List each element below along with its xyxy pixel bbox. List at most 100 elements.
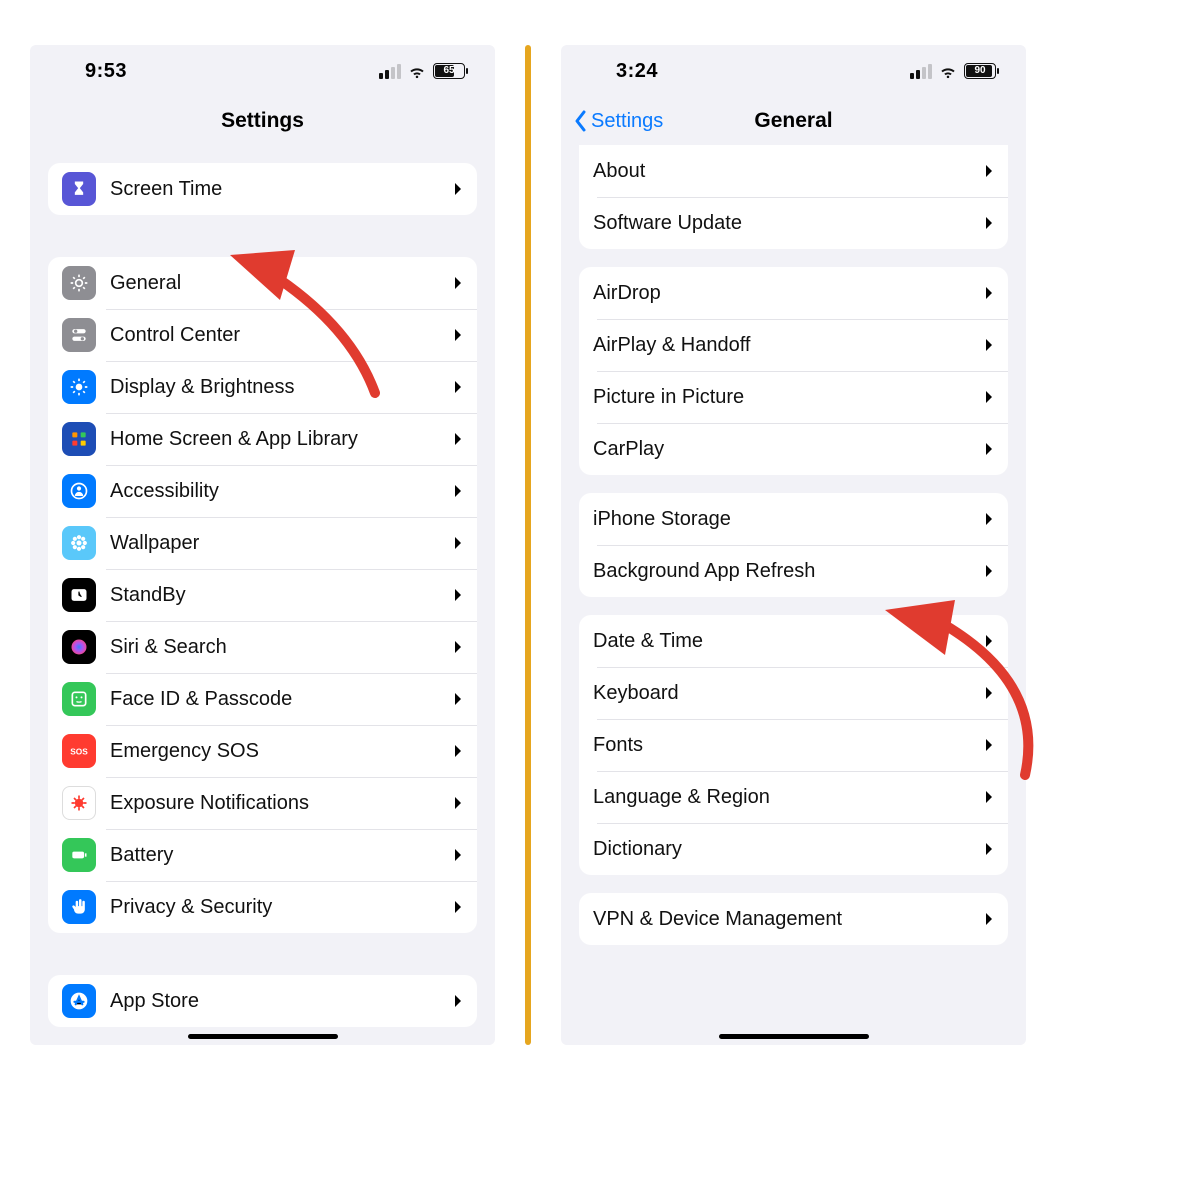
row-screen-time[interactable]: Screen Time	[48, 163, 477, 215]
row-label: Wallpaper	[110, 532, 453, 555]
row-control-center[interactable]: Control Center	[48, 309, 477, 361]
chevron-right-icon	[984, 563, 994, 579]
row-bg-refresh[interactable]: Background App Refresh	[579, 545, 1008, 597]
general-group-storage: iPhone Storage Background App Refresh	[579, 493, 1008, 597]
row-label: About	[593, 160, 984, 183]
chevron-right-icon	[453, 327, 463, 343]
row-label: Keyboard	[593, 682, 984, 705]
wifi-icon	[407, 61, 427, 81]
appstore-icon	[62, 984, 96, 1018]
chevron-right-icon	[984, 389, 994, 405]
covid-icon	[62, 786, 96, 820]
row-lang-region[interactable]: Language & Region	[579, 771, 1008, 823]
row-battery[interactable]: Battery	[48, 829, 477, 881]
row-label: Language & Region	[593, 786, 984, 809]
row-label: Software Update	[593, 212, 984, 235]
row-label: Background App Refresh	[593, 560, 984, 583]
flower-icon	[62, 526, 96, 560]
row-pip[interactable]: Picture in Picture	[579, 371, 1008, 423]
siri-icon	[62, 630, 96, 664]
row-storage[interactable]: iPhone Storage	[579, 493, 1008, 545]
sos-icon	[62, 734, 96, 768]
chevron-right-icon	[453, 795, 463, 811]
chevron-right-icon	[984, 285, 994, 301]
row-label: Fonts	[593, 734, 984, 757]
chevron-right-icon	[453, 431, 463, 447]
general-screen: 3:24 90 Settings General About Software …	[561, 45, 1026, 1045]
nav-header: Settings	[30, 97, 495, 145]
row-siri-search[interactable]: Siri & Search	[48, 621, 477, 673]
row-label: Picture in Picture	[593, 386, 984, 409]
row-label: Face ID & Passcode	[110, 688, 453, 711]
row-label: Dictionary	[593, 838, 984, 861]
row-airdrop[interactable]: AirDrop	[579, 267, 1008, 319]
chevron-right-icon	[984, 737, 994, 753]
chevron-right-icon	[984, 215, 994, 231]
row-wallpaper[interactable]: Wallpaper	[48, 517, 477, 569]
row-display-brightness[interactable]: Display & Brightness	[48, 361, 477, 413]
chevron-right-icon	[984, 441, 994, 457]
chevron-right-icon	[984, 163, 994, 179]
row-home-screen[interactable]: Home Screen & App Library	[48, 413, 477, 465]
general-group-connectivity: AirDrop AirPlay & Handoff Picture in Pic…	[579, 267, 1008, 475]
row-fonts[interactable]: Fonts	[579, 719, 1008, 771]
chevron-right-icon	[984, 511, 994, 527]
row-label: Date & Time	[593, 630, 984, 653]
chevron-right-icon	[453, 639, 463, 655]
status-time: 9:53	[85, 60, 127, 83]
row-label: Display & Brightness	[110, 376, 453, 399]
back-button[interactable]: Settings	[573, 97, 663, 145]
row-about[interactable]: About	[579, 145, 1008, 197]
settings-group-screentime: Screen Time	[48, 163, 477, 215]
page-title: Settings	[221, 109, 304, 133]
row-airplay[interactable]: AirPlay & Handoff	[579, 319, 1008, 371]
row-label: Screen Time	[110, 178, 453, 201]
hand-icon	[62, 890, 96, 924]
panel-divider	[525, 45, 531, 1045]
row-label: Emergency SOS	[110, 740, 453, 763]
row-emergency-sos[interactable]: Emergency SOS	[48, 725, 477, 777]
row-label: CarPlay	[593, 438, 984, 461]
chevron-right-icon	[453, 993, 463, 1009]
chevron-right-icon	[453, 743, 463, 759]
home-indicator	[188, 1034, 338, 1039]
battery-icon	[62, 838, 96, 872]
chevron-right-icon	[453, 181, 463, 197]
row-vpn[interactable]: VPN & Device Management	[579, 893, 1008, 945]
row-label: iPhone Storage	[593, 508, 984, 531]
chevron-right-icon	[984, 337, 994, 353]
chevron-right-icon	[453, 483, 463, 499]
row-carplay[interactable]: CarPlay	[579, 423, 1008, 475]
hourglass-icon	[62, 172, 96, 206]
row-face-id[interactable]: Face ID & Passcode	[48, 673, 477, 725]
row-label: Battery	[110, 844, 453, 867]
row-app-store[interactable]: App Store	[48, 975, 477, 1027]
row-keyboard[interactable]: Keyboard	[579, 667, 1008, 719]
row-label: AirDrop	[593, 282, 984, 305]
row-privacy[interactable]: Privacy & Security	[48, 881, 477, 933]
row-label: App Store	[110, 990, 453, 1013]
cellular-signal-icon	[910, 64, 932, 79]
settings-screen: 9:53 65 Settings Screen Time General Con…	[30, 45, 495, 1045]
gear-icon	[62, 266, 96, 300]
row-accessibility[interactable]: Accessibility	[48, 465, 477, 517]
row-label: StandBy	[110, 584, 453, 607]
clock-icon	[62, 578, 96, 612]
settings-group-main: General Control Center Display & Brightn…	[48, 257, 477, 933]
chevron-right-icon	[984, 789, 994, 805]
settings-group-appstore: App Store	[48, 975, 477, 1027]
row-label: Privacy & Security	[110, 896, 453, 919]
wifi-icon	[938, 61, 958, 81]
row-standby[interactable]: StandBy	[48, 569, 477, 621]
chevron-right-icon	[984, 911, 994, 927]
row-label: VPN & Device Management	[593, 908, 984, 931]
row-dictionary[interactable]: Dictionary	[579, 823, 1008, 875]
row-exposure[interactable]: Exposure Notifications	[48, 777, 477, 829]
chevron-right-icon	[453, 275, 463, 291]
page-title: General	[754, 109, 832, 133]
row-general[interactable]: General	[48, 257, 477, 309]
row-software-update[interactable]: Software Update	[579, 197, 1008, 249]
chevron-left-icon	[573, 110, 589, 132]
battery-icon: 90	[964, 63, 996, 79]
row-date-time[interactable]: Date & Time	[579, 615, 1008, 667]
